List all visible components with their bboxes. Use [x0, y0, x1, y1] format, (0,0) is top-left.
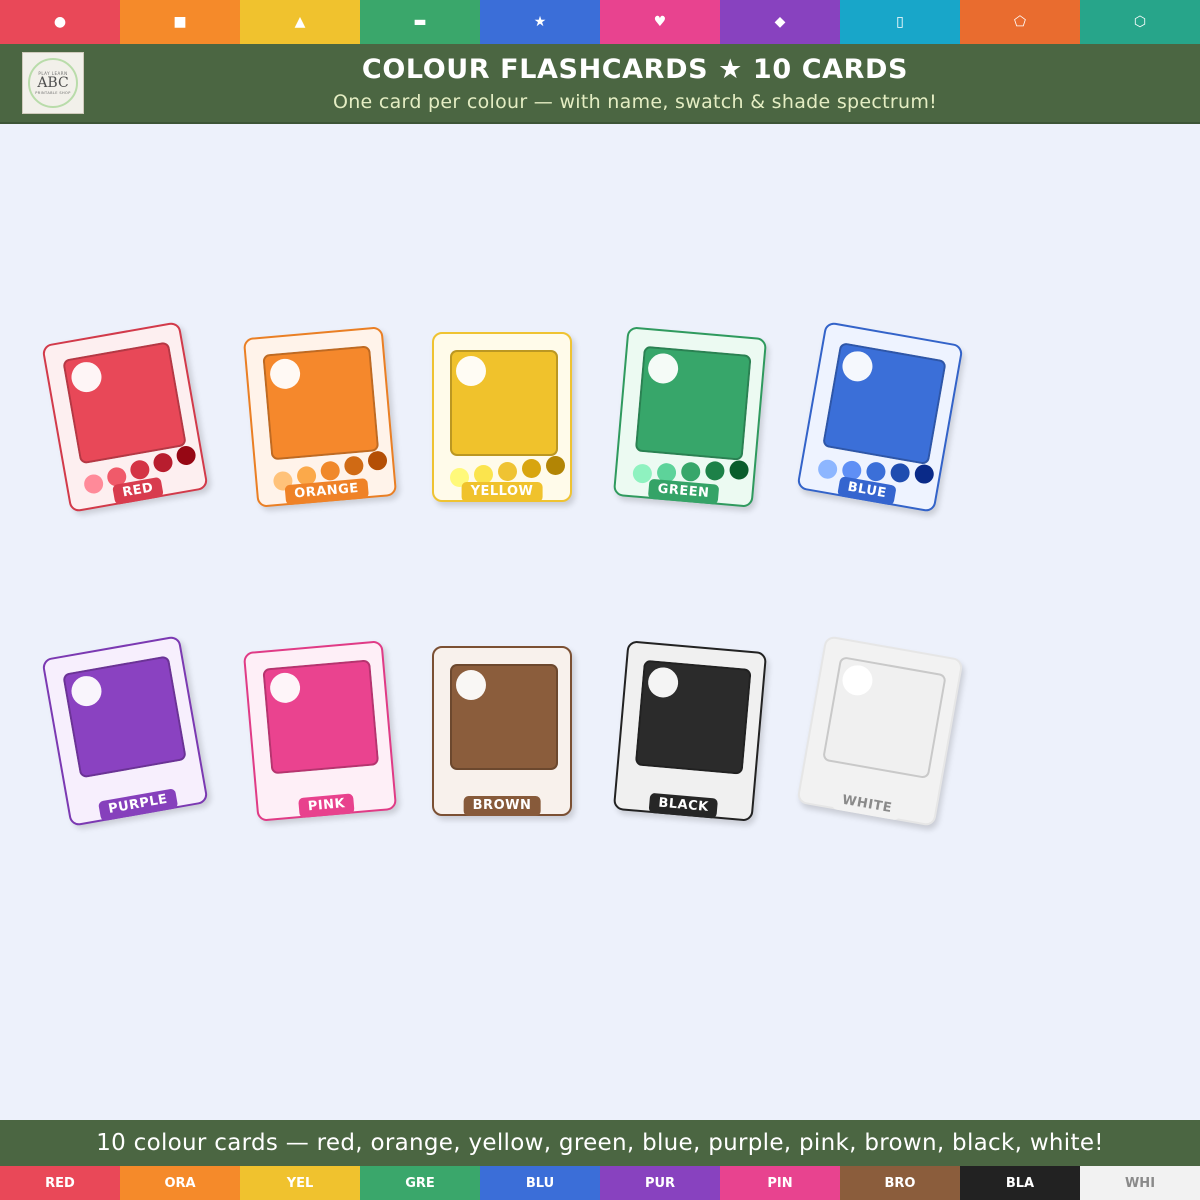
flashcard-black[interactable]: BLACK [612, 640, 768, 822]
shade-dot [889, 461, 912, 484]
shade-dot [864, 460, 887, 483]
shade-dot [680, 461, 702, 483]
colour-swatch [62, 341, 187, 465]
highlight-circle-icon [456, 356, 486, 386]
colour-swatch [822, 341, 947, 466]
colour-tab-bro: BRO [840, 1166, 960, 1200]
highlight-circle-icon [268, 357, 302, 391]
shade-dot [128, 458, 151, 481]
flashcard-white[interactable]: WHITE [796, 635, 964, 827]
shade-dot [728, 459, 750, 481]
highlight-circle-icon [69, 359, 104, 395]
card-label: WHITE [831, 789, 903, 821]
colour-tab-bla: BLA [960, 1166, 1080, 1200]
highlight-circle-icon [840, 348, 875, 384]
star-icon: ★ [480, 0, 600, 44]
highlight-circle-icon [456, 670, 486, 700]
pentagon-icon: ⬠ [960, 0, 1080, 44]
colour-swatch [634, 659, 752, 775]
highlight-circle-icon [268, 671, 302, 705]
colour-swatch [450, 350, 558, 456]
page-subtitle: One card per colour — with name, swatch … [332, 91, 938, 113]
header-bar: PLAY LEARN ABC PRINTABLE SHOP COLOUR FLA… [0, 44, 1200, 124]
circle-icon: ● [0, 0, 120, 44]
shade-dot [151, 451, 175, 474]
colour-tab-blu: BLU [480, 1166, 600, 1200]
colour-tab-red: RED [0, 1166, 120, 1200]
shade-dot [82, 472, 105, 495]
colour-swatch [634, 345, 752, 461]
flashcard-pink[interactable]: PINK [242, 640, 398, 822]
highlight-circle-icon [646, 666, 680, 699]
card-label: PINK [298, 793, 355, 819]
colour-tab-whi: WHI [1080, 1166, 1200, 1200]
card-label: YELLOW [461, 482, 543, 502]
colour-swatch [822, 655, 947, 780]
colour-tab-pin: PIN [720, 1166, 840, 1200]
shade-dot [522, 459, 541, 478]
highlight-circle-icon [646, 352, 680, 385]
oval-icon: ▯ [840, 0, 960, 44]
shade-spectrum [444, 456, 565, 487]
colour-swatch [62, 655, 187, 779]
diamond-icon: ◆ [720, 0, 840, 44]
shade-dot [704, 460, 726, 482]
shade-dot [816, 458, 839, 481]
highlight-circle-icon [840, 662, 875, 698]
hexagon-icon: ⬡ [1080, 0, 1200, 44]
colour-swatch [450, 664, 558, 770]
footer-banner: 10 colour cards — red, orange, yellow, g… [0, 1120, 1200, 1166]
shade-dot [175, 444, 198, 467]
heart-icon: ♥ [600, 0, 720, 44]
flashcard-brown[interactable]: BROWN [432, 646, 572, 816]
colour-tab-ora: ORA [120, 1166, 240, 1200]
square-icon: ■ [120, 0, 240, 44]
colour-strip-bottom: RED ORA YEL GRE BLU PUR PIN BRO BLA WHI [0, 1166, 1200, 1200]
colour-tab-pur: PUR [600, 1166, 720, 1200]
page-title: COLOUR FLASHCARDS ★ 10 CARDS [361, 54, 909, 85]
triangle-icon: ▲ [240, 0, 360, 44]
rectangle-icon: ▬ [360, 0, 480, 44]
flashcard-purple[interactable]: PURPLE [41, 635, 209, 827]
shade-dot [546, 456, 565, 475]
card-label: BROWN [463, 796, 541, 816]
flashcard-green[interactable]: GREEN [612, 326, 768, 508]
colour-tab-gre: GRE [360, 1166, 480, 1200]
flashcard-blue[interactable]: BLUE [796, 321, 964, 513]
shade-dot [498, 462, 517, 481]
shade-dot [913, 463, 936, 486]
colour-swatch [262, 659, 380, 775]
colour-swatch [262, 345, 380, 461]
shape-strip-top: ● ■ ▲ ▬ ★ ♥ ◆ ▯ ⬠ ⬡ [0, 0, 1200, 44]
flashcard-orange[interactable]: ORANGE [242, 326, 398, 508]
colour-tab-yel: YEL [240, 1166, 360, 1200]
card-label: PURPLE [97, 788, 179, 822]
card-label: BLACK [648, 792, 719, 819]
flashcard-yellow[interactable]: YELLOW [432, 332, 572, 502]
shade-dot [343, 455, 365, 477]
highlight-circle-icon [69, 673, 104, 709]
shade-dot [319, 460, 341, 482]
flashcard-red[interactable]: RED [41, 321, 209, 513]
shade-dot [367, 450, 388, 471]
